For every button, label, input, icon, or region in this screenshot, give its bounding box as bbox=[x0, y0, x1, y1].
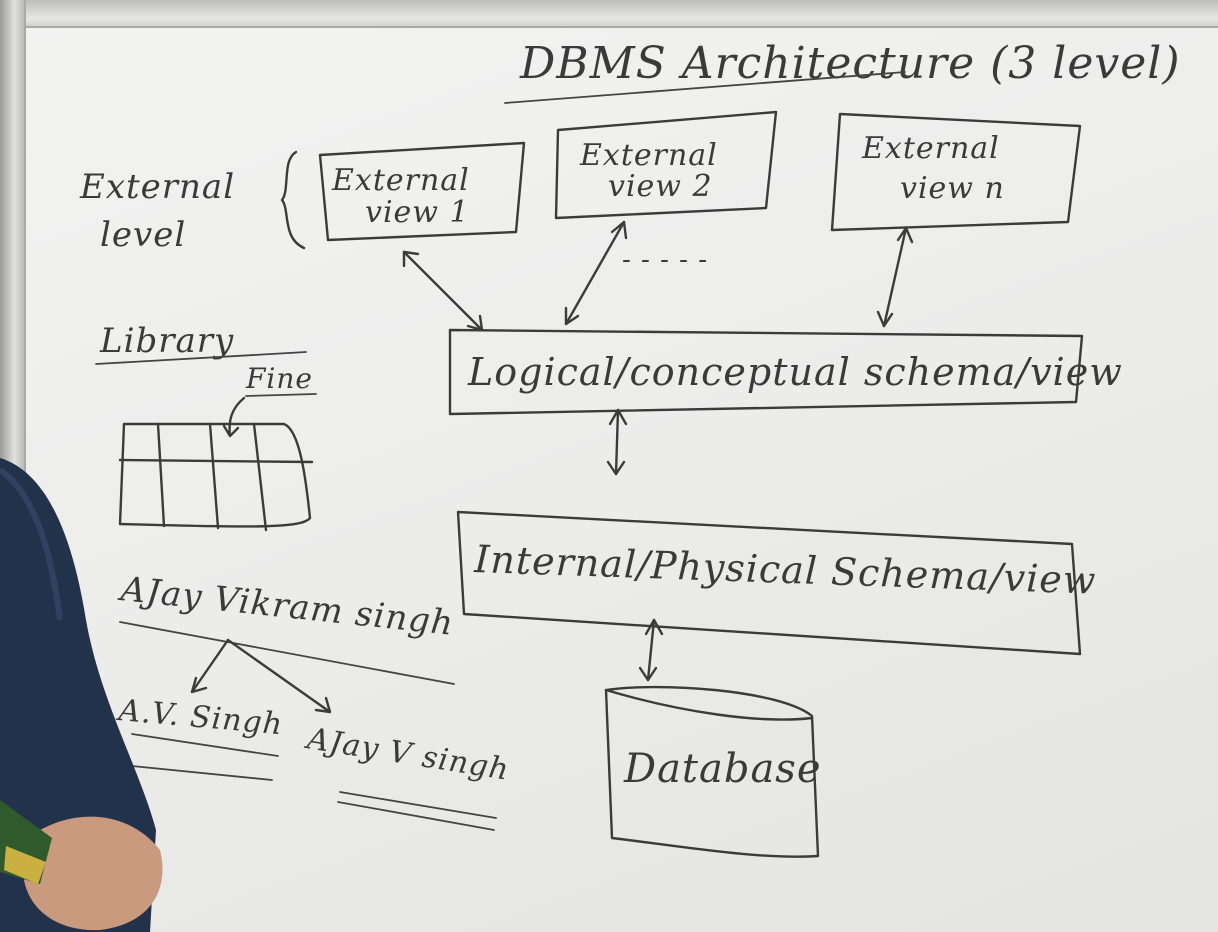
arrow-to-short-name-1 bbox=[190, 638, 230, 694]
external-view-1-box: External view 1 bbox=[318, 141, 526, 242]
internal-schema-label: Internal/Physical Schema/view bbox=[473, 537, 1097, 603]
whiteboard: DBMS Architecture (3 level) External lev… bbox=[0, 0, 1218, 932]
fine-note: Fine bbox=[245, 362, 313, 395]
external-level-label-line1: External bbox=[79, 167, 235, 207]
external-level-label-line2: level bbox=[100, 215, 186, 255]
database-label: Database bbox=[623, 746, 822, 792]
fine-arrow bbox=[222, 396, 246, 438]
internal-schema-box: Internal/Physical Schema/view bbox=[456, 510, 1097, 656]
conceptual-schema-label: Logical/conceptual schema/view bbox=[467, 350, 1123, 394]
external-view-2-line2: view 2 bbox=[608, 169, 713, 204]
external-level-brace bbox=[280, 150, 306, 250]
arrow-internal-database bbox=[638, 618, 664, 682]
library-note: Library bbox=[99, 321, 234, 361]
arrow-view2-conceptual bbox=[564, 220, 628, 326]
arrow-view1-conceptual bbox=[402, 250, 484, 332]
library-table-sketch bbox=[118, 422, 314, 532]
external-view-2-line1: External bbox=[579, 138, 718, 173]
conceptual-schema-box: Logical/conceptual schema/view bbox=[448, 328, 1123, 416]
short-name-2-note: AJay V singh bbox=[302, 721, 512, 788]
arrow-viewn-conceptual bbox=[876, 226, 914, 328]
external-view-n-box: External view n bbox=[830, 112, 1082, 232]
handwritten-diagram: DBMS Architecture (3 level) External lev… bbox=[79, 38, 1181, 858]
external-view-n-line1: External bbox=[861, 131, 1000, 166]
short-name-2-underline-2 bbox=[337, 801, 495, 831]
arrow-conceptual-internal bbox=[606, 408, 628, 476]
database-cylinder: Database bbox=[604, 685, 822, 858]
views-ellipsis: - - - - - bbox=[622, 245, 708, 275]
external-view-1-line2: view 1 bbox=[365, 195, 470, 230]
external-view-1-line1: External bbox=[331, 163, 470, 198]
diagram-title: DBMS Architecture (3 level) bbox=[519, 38, 1181, 89]
external-view-2-box: External view 2 bbox=[554, 110, 778, 220]
short-name-2-underline-1 bbox=[339, 791, 497, 819]
external-view-n-line2: view n bbox=[900, 171, 1005, 206]
full-name-note: AJay Vikram singh bbox=[116, 569, 456, 644]
short-name-1-underline-2 bbox=[131, 765, 273, 781]
